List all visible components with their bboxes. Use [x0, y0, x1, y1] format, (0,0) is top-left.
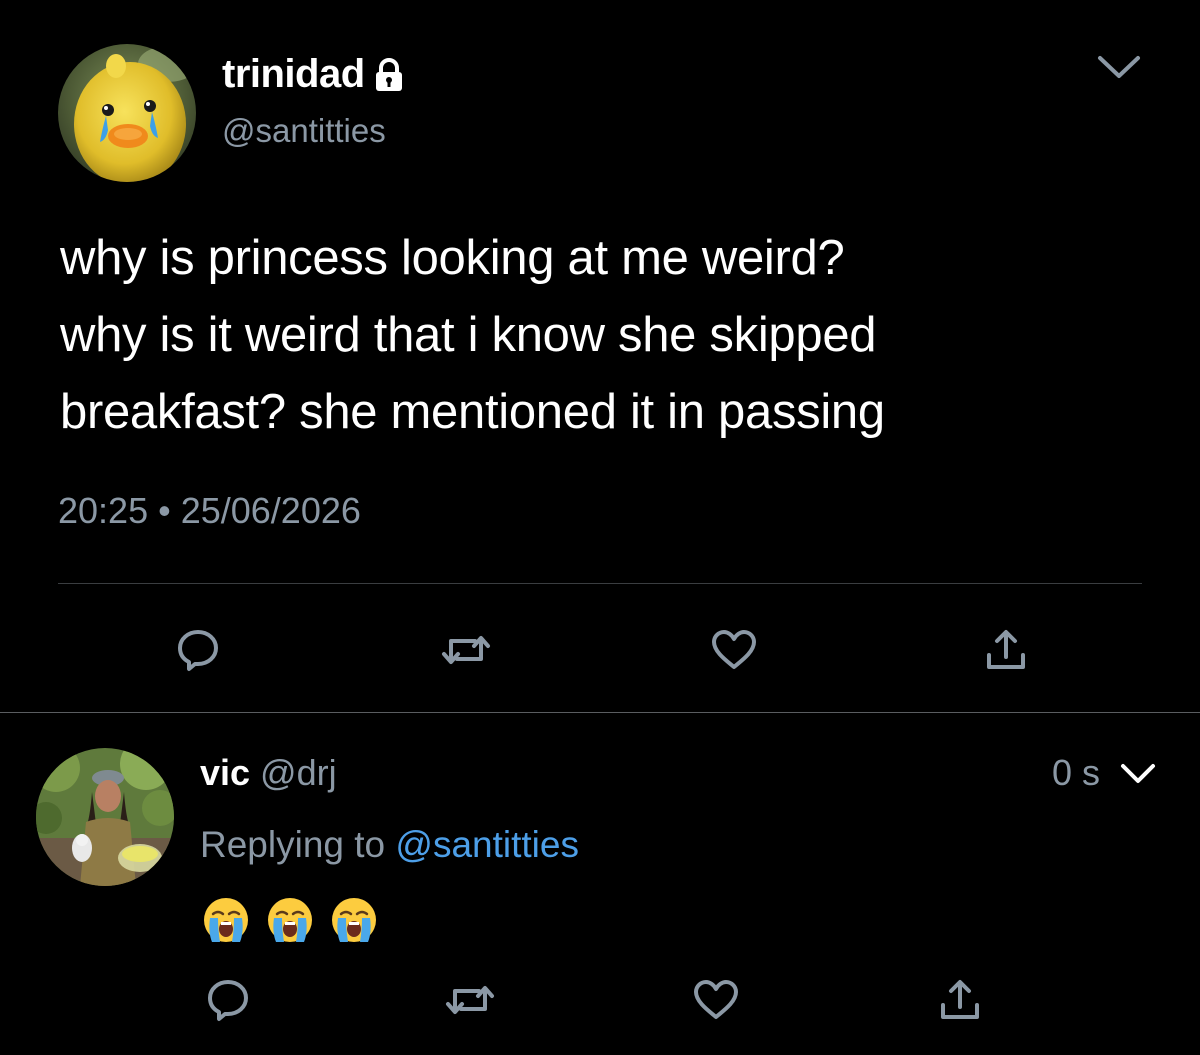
tweet-text-line: why is it weird that i know she skipped	[60, 308, 877, 362]
reply-author-name[interactable]: vic	[200, 752, 250, 793]
avatar[interactable]	[58, 44, 196, 182]
main-tweet: trinidad @santitties why is princess loo…	[0, 0, 1200, 712]
lock-icon	[371, 57, 407, 93]
replying-to: Replying to @santitties	[200, 824, 579, 866]
author-handle[interactable]: @santitties	[222, 112, 386, 150]
reply-avatar[interactable]	[36, 748, 174, 886]
retweet-button[interactable]	[436, 620, 496, 680]
divider	[58, 583, 1142, 584]
duck-avatar-image	[58, 44, 196, 182]
heart-icon	[694, 980, 738, 1019]
reply-icon	[178, 630, 218, 671]
loudly-crying-face-icon	[204, 898, 248, 942]
loudly-crying-face-icon	[332, 898, 376, 942]
reply-icon	[208, 980, 248, 1021]
retweet-icon	[446, 986, 494, 1014]
share-button[interactable]	[930, 970, 990, 1030]
like-button[interactable]	[704, 620, 764, 680]
share-button[interactable]	[976, 620, 1036, 680]
like-button[interactable]	[686, 970, 746, 1030]
tweet-date: 25/06/2026	[180, 490, 361, 531]
meta-separator: •	[158, 490, 171, 531]
tweet-timestamp[interactable]: 20:25 • 25/06/2026	[58, 490, 361, 532]
retweet-button[interactable]	[440, 970, 500, 1030]
reply-button[interactable]	[198, 970, 258, 1030]
replying-to-label: Replying to	[200, 824, 396, 865]
chevron-down-icon[interactable]	[1118, 760, 1158, 793]
reply-button[interactable]	[168, 620, 228, 680]
tweet-text: why is princess looking at me weird? why…	[60, 220, 1160, 451]
replying-to-handle[interactable]: @santitties	[395, 824, 579, 865]
author-name[interactable]: trinidad	[222, 52, 407, 97]
tweet-text-line: breakfast? she mentioned it in passing	[60, 385, 885, 439]
chevron-down-icon[interactable]	[1096, 52, 1142, 87]
reply-author-handle[interactable]: @drj	[260, 752, 337, 793]
reply-time: 0 s	[1052, 752, 1101, 793]
retweet-icon	[442, 636, 490, 664]
share-icon	[987, 630, 1025, 669]
reply-author[interactable]: vic @drj	[200, 752, 337, 794]
person-avatar-image	[36, 748, 174, 886]
tweet-text-line: why is princess looking at me weird?	[60, 231, 845, 285]
tweet-time: 20:25	[58, 490, 149, 531]
heart-icon	[712, 630, 756, 669]
tweet-divider	[0, 712, 1200, 713]
share-icon	[941, 980, 979, 1019]
author-name-text[interactable]: trinidad	[222, 52, 365, 97]
loudly-crying-face-icon	[268, 898, 312, 942]
reply-text: 😭	[202, 896, 378, 944]
